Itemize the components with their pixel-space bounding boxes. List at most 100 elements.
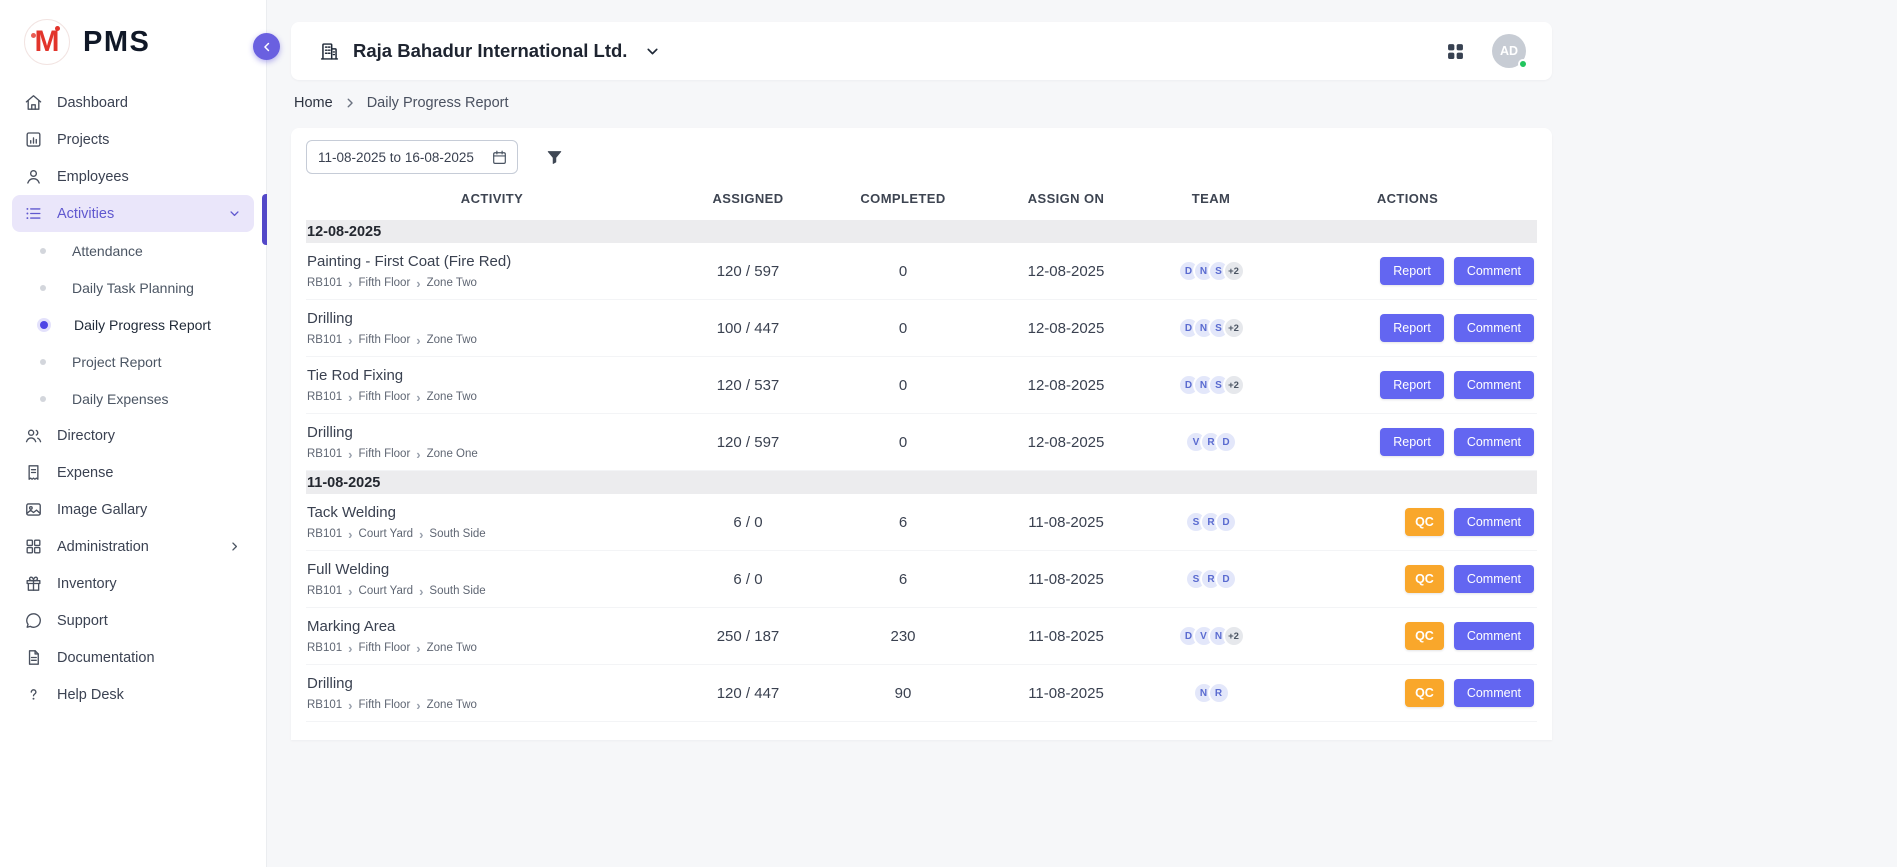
sidebar-submenu: AttendanceDaily Task Planning Daily Progr…	[12, 232, 254, 417]
building-icon	[319, 41, 340, 62]
activity-name: Full Welding	[307, 561, 678, 578]
sidebar-subitem-daily-progress-report[interactable]: Daily Progress Report	[12, 306, 254, 343]
bullet-icon	[40, 321, 48, 329]
activity-breadcrumb: RB101›Court Yard›South Side	[307, 528, 678, 541]
receipt-icon	[24, 463, 43, 482]
comment-button[interactable]: Comment	[1454, 679, 1534, 707]
apps-grid-icon[interactable]	[1445, 41, 1466, 62]
date-range-picker[interactable]: 11-08-2025 to 16-08-2025	[306, 140, 518, 174]
assigned-cell: 120 / 537	[678, 377, 818, 394]
comment-button[interactable]: Comment	[1454, 508, 1534, 536]
comment-button[interactable]: Comment	[1454, 314, 1534, 342]
sidebar-item-image-gallary[interactable]: Image Gallary	[12, 491, 254, 528]
chevron-separator-icon: ›	[416, 277, 420, 290]
path-segment: Fifth Floor	[359, 448, 411, 460]
sidebar-subitem-attendance[interactable]: Attendance	[12, 232, 254, 269]
support-icon	[24, 611, 43, 630]
activity-name: Tie Rod Fixing	[307, 367, 678, 384]
topbar-actions: AD	[1445, 34, 1526, 68]
breadcrumb: Home Daily Progress Report	[294, 93, 1897, 113]
sidebar-subitem-daily-task-planning[interactable]: Daily Task Planning	[12, 269, 254, 306]
column-header-completed: COMPLETED	[818, 191, 988, 206]
path-segment: Court Yard	[359, 585, 414, 597]
qc-button[interactable]: QC	[1405, 565, 1444, 593]
path-segment: RB101	[307, 642, 342, 654]
sidebar-item-label: Help Desk	[57, 687, 124, 703]
sidebar-subitem-project-report[interactable]: Project Report	[12, 343, 254, 380]
sidebar-item-projects[interactable]: Projects	[12, 121, 254, 158]
team-member-avatar: R	[1208, 682, 1230, 704]
qc-button[interactable]: QC	[1405, 679, 1444, 707]
column-header-assign-on: ASSIGN ON	[988, 191, 1144, 206]
comment-button[interactable]: Comment	[1454, 428, 1534, 456]
activity-breadcrumb: RB101›Fifth Floor›Zone One	[307, 448, 678, 461]
activity-cell: Full Welding RB101›Court Yard›South Side	[306, 561, 678, 598]
activity-breadcrumb: RB101›Fifth Floor›Zone Two	[307, 642, 678, 655]
assign-on-cell: 11-08-2025	[988, 628, 1144, 645]
path-segment: Zone Two	[427, 334, 477, 346]
calendar-icon[interactable]	[491, 149, 508, 166]
app-name: PMS	[83, 26, 150, 59]
projects-icon	[24, 130, 43, 149]
funnel-icon[interactable]	[545, 148, 564, 167]
activity-breadcrumb: RB101›Court Yard›South Side	[307, 585, 678, 598]
user-avatar[interactable]: AD	[1492, 34, 1526, 68]
qc-button[interactable]: QC	[1405, 622, 1444, 650]
completed-cell: 0	[818, 263, 988, 280]
activity-cell: Tack WeldingRB101›Court Yard›South Side	[306, 504, 678, 541]
sidebar-subitem-label: Daily Progress Report	[74, 317, 211, 333]
company-name: Raja Bahadur International Ltd.	[353, 40, 627, 62]
column-header-actions: ACTIONS	[1278, 191, 1537, 206]
comment-button[interactable]: Comment	[1454, 371, 1534, 399]
team-extra-badge: +2	[1223, 260, 1245, 282]
path-segment: Zone Two	[427, 699, 477, 711]
activity-cell: DrillingRB101›Fifth Floor›Zone Two	[306, 675, 678, 712]
path-segment: South Side	[429, 585, 485, 597]
actions-cell: Report Comment	[1278, 257, 1537, 285]
actions-cell: Report Comment	[1278, 428, 1537, 456]
sidebar-item-administration[interactable]: Administration	[12, 528, 254, 565]
activity-name: Drilling	[307, 310, 678, 327]
sidebar-item-dashboard[interactable]: Dashboard	[12, 84, 254, 121]
sidebar: M PMS DashboardProjectsEmployeesActiviti…	[0, 0, 267, 867]
sidebar-item-expense[interactable]: Expense	[12, 454, 254, 491]
assign-on-cell: 12-08-2025	[988, 377, 1144, 394]
path-segment: RB101	[307, 277, 342, 289]
qc-button[interactable]: QC	[1405, 508, 1444, 536]
table-row: Full Welding RB101›Court Yard›South Side 6…	[306, 551, 1537, 608]
chevron-separator-icon: ›	[419, 528, 423, 541]
sidebar-collapse-button[interactable]	[253, 33, 280, 60]
activity-name: Drilling	[307, 424, 678, 441]
comment-button[interactable]: Comment	[1454, 257, 1534, 285]
report-button[interactable]: Report	[1380, 371, 1444, 399]
comment-button[interactable]: Comment	[1454, 565, 1534, 593]
sidebar-item-documentation[interactable]: Documentation	[12, 639, 254, 676]
completed-cell: 6	[818, 571, 988, 588]
sidebar-item-help-desk[interactable]: Help Desk	[12, 676, 254, 713]
report-button[interactable]: Report	[1380, 428, 1444, 456]
sidebar-item-support[interactable]: Support	[12, 602, 254, 639]
package-icon	[24, 574, 43, 593]
activity-cell: DrillingRB101›Fifth Floor›Zone Two	[306, 310, 678, 347]
sidebar-item-employees[interactable]: Employees	[12, 158, 254, 195]
sidebar-item-inventory[interactable]: Inventory	[12, 565, 254, 602]
sidebar-item-directory[interactable]: Directory	[12, 417, 254, 454]
sidebar-item-label: Image Gallary	[57, 502, 147, 518]
chevron-separator-icon: ›	[348, 642, 352, 655]
sidebar-item-label: Support	[57, 613, 108, 629]
sidebar-item-label: Directory	[57, 428, 115, 444]
sidebar-item-label: Projects	[57, 132, 109, 148]
report-button[interactable]: Report	[1380, 314, 1444, 342]
chevron-down-icon	[644, 43, 661, 60]
comment-button[interactable]: Comment	[1454, 622, 1534, 650]
breadcrumb-home[interactable]: Home	[294, 95, 333, 111]
team-avatars: SRD	[1185, 511, 1237, 533]
team-member-avatar: D	[1215, 511, 1237, 533]
sidebar-subitem-daily-expenses[interactable]: Daily Expenses	[12, 380, 254, 417]
report-button[interactable]: Report	[1380, 257, 1444, 285]
team-cell: SRD	[1144, 511, 1278, 533]
sidebar-item-activities[interactable]: Activities	[12, 195, 254, 232]
sidebar-item-label: Administration	[57, 539, 149, 555]
company-selector[interactable]: Raja Bahadur International Ltd.	[319, 40, 661, 62]
help-icon	[24, 685, 43, 704]
